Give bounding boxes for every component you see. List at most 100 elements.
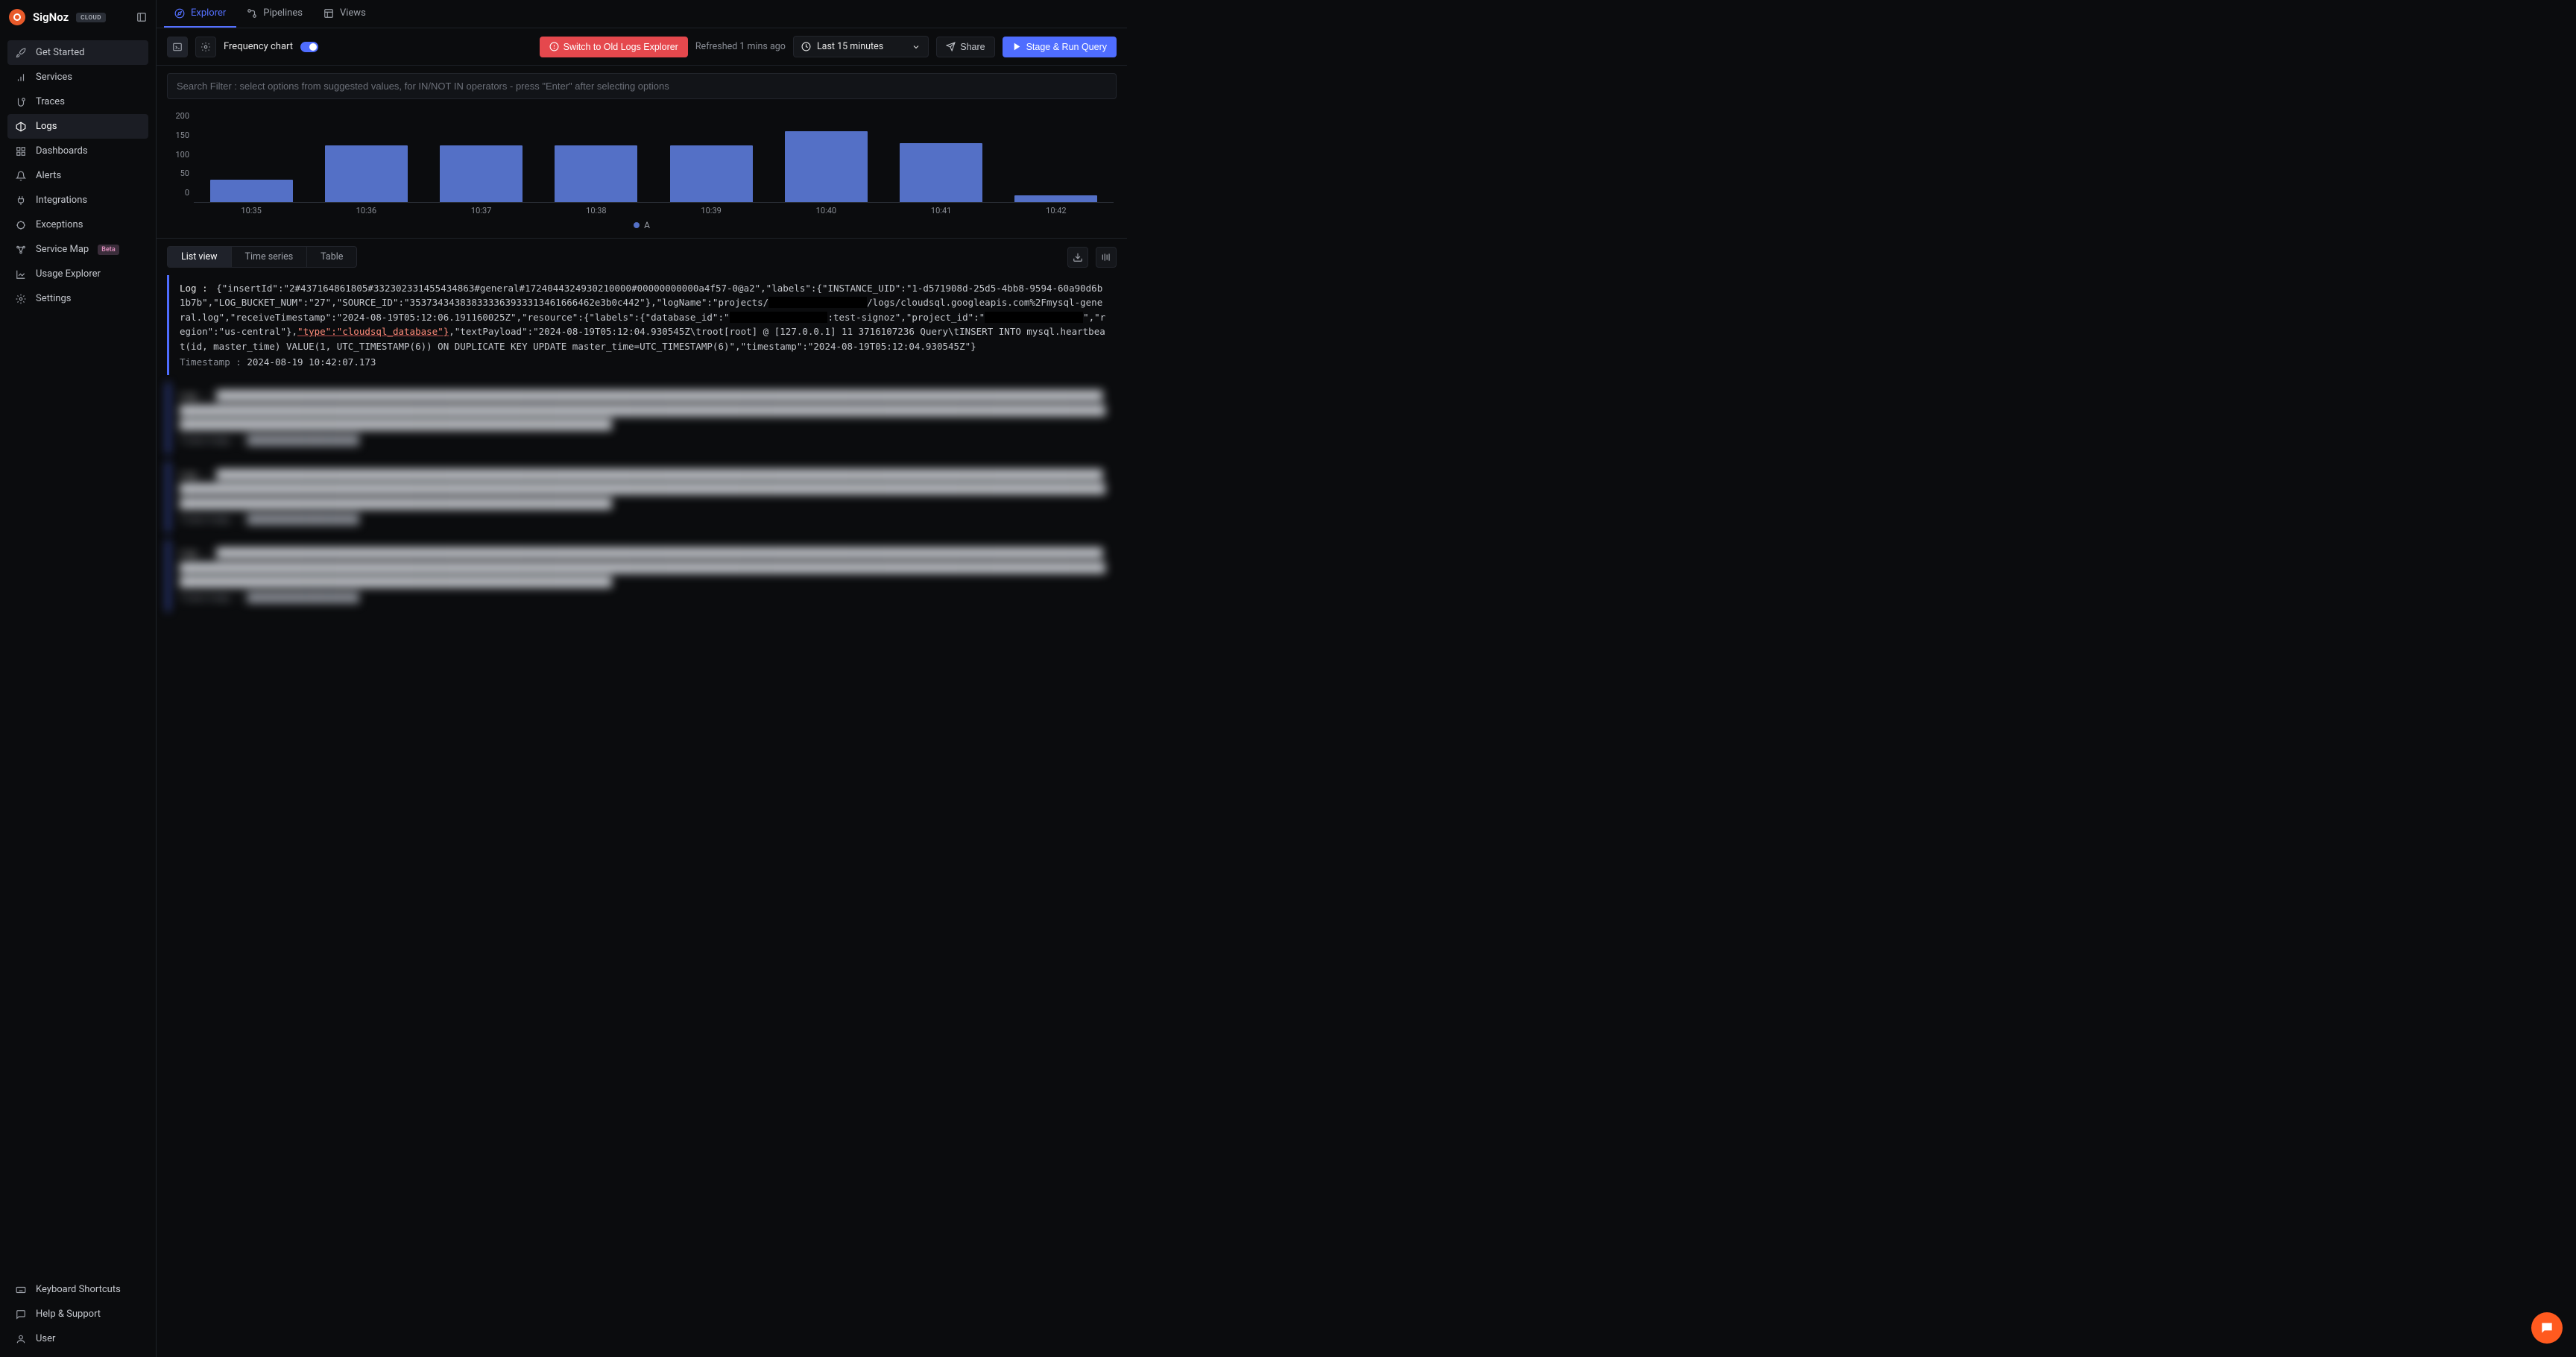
log-list[interactable]: Log : {"insertId":"2#437164861805#332302…	[157, 275, 1127, 1357]
frequency-chart-label: Frequency chart	[224, 41, 293, 52]
sidebar-item-label: Exceptions	[36, 219, 83, 230]
chart-bar[interactable]	[325, 145, 408, 202]
log-highlight: "type":"cloudsql_database"}	[297, 326, 449, 337]
sidebar-nav: Get Started Services Traces Logs Dashboa…	[0, 34, 156, 1271]
plug-icon	[15, 195, 27, 206]
keyboard-icon	[15, 1285, 27, 1295]
sidebar-item-services[interactable]: Services	[7, 65, 148, 89]
sidebar-item-settings[interactable]: Settings	[7, 286, 148, 311]
chart-bar[interactable]	[900, 143, 982, 202]
view-tab-timeseries[interactable]: Time series	[232, 247, 308, 267]
legend-label: A	[644, 220, 650, 230]
map-icon	[15, 245, 27, 255]
send-icon	[946, 42, 956, 51]
sidebar-item-label: Keyboard Shortcuts	[36, 1284, 121, 1295]
sidebar-item-label: Alerts	[36, 170, 61, 181]
refresh-status: Refreshed 1 mins ago	[695, 41, 786, 52]
terminal-toggle-button[interactable]	[167, 37, 188, 57]
legend-dot	[634, 222, 640, 228]
tab-label: Explorer	[191, 7, 226, 19]
chart-bar[interactable]	[210, 180, 293, 203]
log-timestamp: Timestamp : 2024-08-19 10:42:07.173	[180, 355, 1108, 369]
log-entry-redacted: Log : ██████████████████████████████████…	[167, 382, 1117, 454]
sidebar-item-label: Usage Explorer	[36, 268, 101, 280]
search-filter-wrap	[157, 66, 1127, 107]
chart-x-axis: 10:3510:3610:3710:3810:3910:4010:4110:42	[194, 203, 1114, 215]
search-filter-input[interactable]	[167, 73, 1117, 99]
columns-button[interactable]	[1096, 247, 1117, 268]
logs-icon	[15, 122, 27, 132]
views-icon	[323, 8, 334, 19]
sidebar-item-label: Logs	[36, 121, 57, 132]
chart-bars	[194, 111, 1114, 203]
chart-y-axis: 200150100500	[170, 111, 189, 215]
sidebar-item-keyboard[interactable]: Keyboard Shortcuts	[7, 1277, 148, 1302]
sidebar-collapse-icon[interactable]	[136, 12, 147, 22]
sidebar-item-logs[interactable]: Logs	[7, 114, 148, 139]
log-entry-redacted: Log : ██████████████████████████████████…	[167, 540, 1117, 611]
sidebar-item-integrations[interactable]: Integrations	[7, 188, 148, 212]
chart-bar[interactable]	[670, 145, 753, 202]
chart-bar[interactable]	[555, 145, 637, 202]
run-query-button[interactable]: Stage & Run Query	[1003, 37, 1117, 57]
bug-icon	[15, 220, 27, 230]
trace-icon	[15, 97, 27, 107]
sidebar-item-service-map[interactable]: Service Map Beta	[7, 237, 148, 262]
gear-icon	[15, 294, 27, 304]
tab-explorer[interactable]: Explorer	[164, 0, 236, 28]
download-button[interactable]	[1067, 247, 1088, 268]
tab-pipelines[interactable]: Pipelines	[236, 0, 313, 28]
toolbar: Frequency chart Switch to Old Logs Explo…	[157, 28, 1127, 66]
view-tabs-bar: List view Time series Table	[157, 239, 1127, 275]
chart-bar[interactable]	[785, 131, 868, 202]
alert-icon	[549, 42, 559, 51]
sidebar-item-user[interactable]: User	[7, 1326, 148, 1351]
brand-logo	[9, 9, 25, 25]
main-content: Explorer Pipelines Views Frequency chart…	[157, 0, 1127, 1357]
beta-badge: Beta	[98, 245, 119, 255]
sidebar-item-exceptions[interactable]: Exceptions	[7, 212, 148, 237]
tab-views[interactable]: Views	[313, 0, 376, 28]
chart-bar[interactable]	[440, 145, 523, 202]
share-button[interactable]: Share	[936, 37, 994, 57]
time-range-selector[interactable]: Last 15 minutes	[793, 36, 929, 57]
help-icon	[15, 1309, 27, 1320]
tab-label: Pipelines	[263, 7, 303, 19]
log-body: {"insertId":"2#437164861805#332302331455…	[180, 283, 1105, 352]
view-tab-list[interactable]: List view	[168, 247, 232, 267]
sidebar-item-label: Integrations	[36, 195, 87, 206]
play-icon	[1012, 42, 1022, 51]
log-label: Log :	[180, 283, 208, 294]
sidebar-item-help[interactable]: Help & Support	[7, 1302, 148, 1326]
sidebar-item-label: Traces	[36, 96, 65, 107]
sidebar-item-label: User	[36, 1333, 55, 1344]
chart-bar[interactable]	[1014, 195, 1097, 202]
tab-label: Views	[340, 7, 366, 19]
sidebar-item-traces[interactable]: Traces	[7, 89, 148, 114]
sidebar-item-alerts[interactable]: Alerts	[7, 163, 148, 188]
compass-icon	[174, 8, 185, 19]
pipeline-icon	[247, 8, 257, 19]
view-tab-table[interactable]: Table	[307, 247, 356, 267]
rocket-icon	[15, 48, 27, 58]
sidebar-item-get-started[interactable]: Get Started	[7, 40, 148, 65]
chat-fab[interactable]	[2531, 1312, 2563, 1344]
chart-icon	[15, 269, 27, 280]
sidebar-footer: Keyboard Shortcuts Help & Support User	[0, 1271, 156, 1357]
chart-legend: A	[157, 215, 1127, 239]
sidebar-item-label: Services	[36, 72, 72, 83]
sidebar-item-dashboards[interactable]: Dashboards	[7, 139, 148, 163]
brand-name: SigNoz	[33, 10, 69, 24]
bell-icon	[15, 171, 27, 181]
clock-icon	[801, 42, 811, 51]
sidebar-item-usage-explorer[interactable]: Usage Explorer	[7, 262, 148, 286]
switch-old-explorer-button[interactable]: Switch to Old Logs Explorer	[540, 37, 688, 57]
log-entry[interactable]: Log : {"insertId":"2#437164861805#332302…	[167, 275, 1117, 375]
settings-toggle-button[interactable]	[195, 37, 216, 57]
frequency-chart-toggle[interactable]	[300, 42, 318, 52]
cloud-badge: CLOUD	[76, 13, 106, 22]
log-entry-redacted: Log : ██████████████████████████████████…	[167, 462, 1117, 533]
bar-chart-icon	[15, 72, 27, 83]
view-tabs: List view Time series Table	[167, 246, 357, 268]
grid-icon	[15, 146, 27, 157]
